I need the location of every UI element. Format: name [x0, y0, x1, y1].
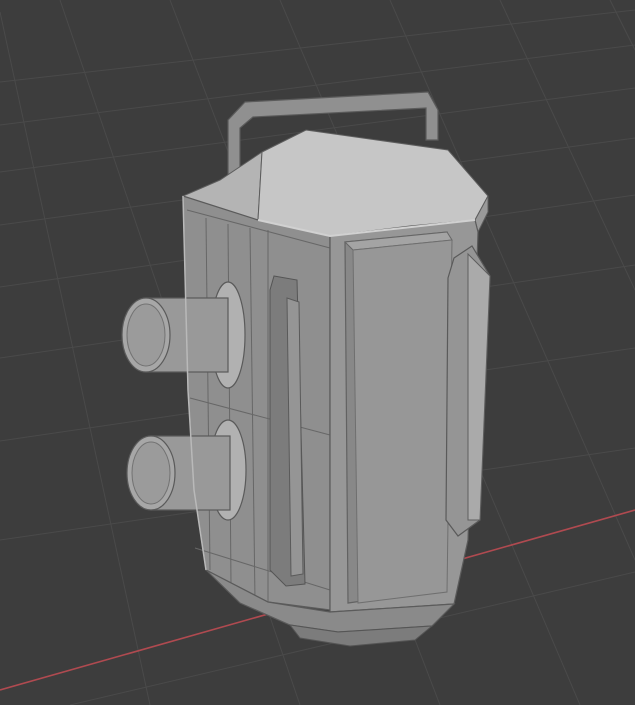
left-side-panel: [182, 195, 331, 611]
right-rail-front: [467, 252, 491, 521]
3d-viewport[interactable]: [0, 0, 635, 705]
viewport-canvas[interactable]: [0, 0, 635, 705]
front-recess-shadow: [352, 239, 453, 604]
camera-body-mesh[interactable]: [121, 91, 491, 647]
lower-lens[interactable]: [126, 419, 247, 521]
upper-lens[interactable]: [121, 281, 246, 389]
